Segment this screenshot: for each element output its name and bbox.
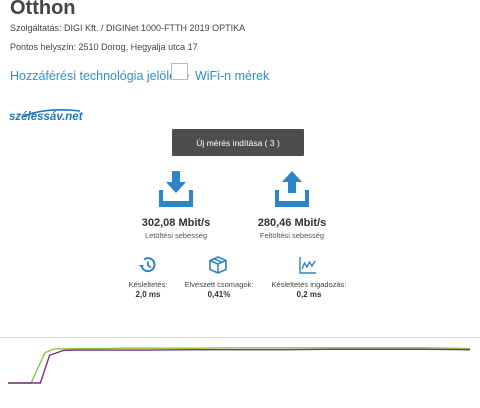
service-info: Szolgáltatás: DIGI Kft. / DIGINet 1000-F…: [10, 23, 246, 33]
history-clock-icon: [139, 257, 156, 273]
page-title: Otthon: [10, 0, 76, 19]
upload-speed-label: Feltöltési sebesség: [259, 231, 325, 240]
jitter-graph-icon: [299, 257, 316, 274]
wifi-measure-link[interactable]: WiFi-n mérek: [195, 69, 269, 83]
site-logo: szélessáv.net: [9, 111, 83, 123]
graph-series-line-2: [8, 348, 471, 384]
download-speed-label: Letöltési sebesség: [144, 231, 208, 240]
location-info: Pontos helyszín: 2510 Dorog, Hegyalja ut…: [10, 42, 198, 52]
package-box-icon: [209, 256, 227, 274]
speed-graph: [8, 347, 471, 384]
download-tray-icon: [159, 171, 193, 207]
wifi-checkbox[interactable]: [171, 63, 188, 80]
graph-series-line-1: [8, 347, 471, 384]
jitter-label: Késleltetés ingadozás:: [271, 280, 347, 289]
start-measurement-button[interactable]: Új mérés indítása ( 3 ): [172, 129, 304, 156]
jitter-value: 0,2 ms: [296, 290, 322, 299]
download-speed-value: 302,08 Mbit/s: [141, 217, 211, 229]
access-technology-link[interactable]: Hozzáférési technológia jelölése: [10, 69, 189, 83]
upload-speed-value: 280,46 Mbit/s: [257, 217, 327, 229]
upload-tray-icon: [275, 171, 309, 207]
